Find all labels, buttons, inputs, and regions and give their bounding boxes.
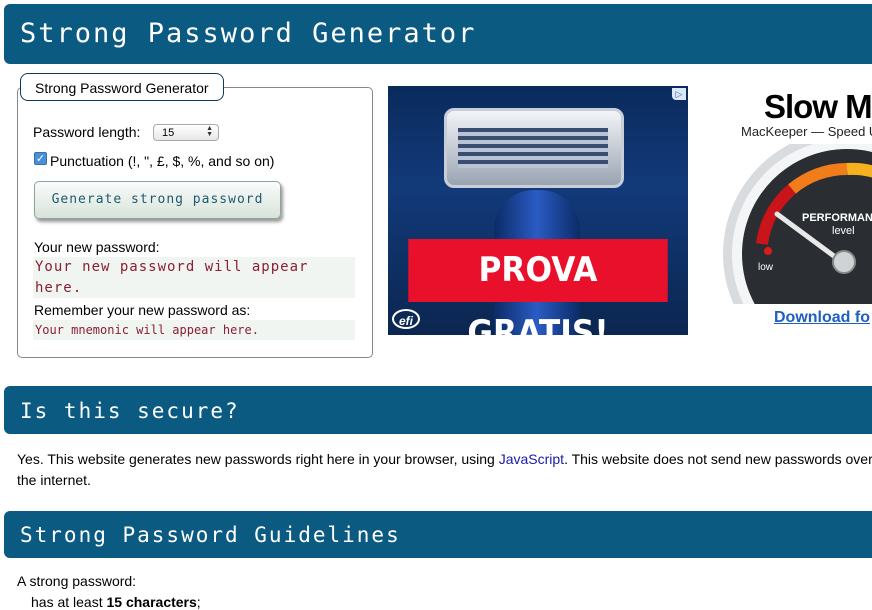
password-length-label: Password length: — [33, 124, 141, 140]
stepper-arrows-icon: ▲ ▼ — [206, 125, 213, 138]
new-password-label: Your new password: — [34, 239, 160, 255]
ad-title: Slow M — [764, 88, 872, 125]
gauge-sublabel: level — [832, 225, 855, 237]
password-length-select[interactable]: 15 ▲ ▼ — [153, 124, 219, 141]
mnemonic-label: Remember your new password as: — [34, 302, 251, 318]
secure-paragraph: Yes. This website generates new password… — [17, 449, 872, 491]
ad-subtitle: MacKeeper — Speed U — [741, 124, 872, 139]
punctuation-label: Punctuation (!, ", £, $, %, and so on) — [50, 153, 275, 169]
razor-advertisement[interactable]: ▷ PROVA GRATIS! efi — [388, 86, 688, 335]
generator-legend: Strong Password Generator — [20, 73, 224, 101]
guideline-prefix: has at least — [31, 594, 107, 610]
secure-heading: Is this secure? — [4, 386, 872, 434]
adchoices-icon[interactable]: ▷ — [672, 88, 686, 100]
mackeeper-advertisement[interactable]: Slow M MacKeeper — Speed U PERFORMAN lev… — [722, 86, 872, 335]
mnemonic-output: Your mnemonic will appear here. — [33, 320, 355, 340]
razor-blades-image — [458, 128, 608, 168]
performance-gauge-icon: PERFORMAN level low — [723, 144, 872, 304]
password-length-value: 15 — [162, 127, 175, 139]
gauge-low-label: low — [758, 262, 774, 273]
secure-text-before: Yes. This website generates new password… — [17, 451, 499, 467]
guideline-bold: 15 characters — [106, 594, 197, 610]
gauge-label: PERFORMAN — [802, 212, 872, 224]
javascript-link[interactable]: JavaScript — [499, 451, 564, 467]
page-title: Strong Password Generator — [4, 4, 872, 64]
guidelines-intro: A strong password: — [17, 573, 137, 589]
generate-password-button[interactable]: Generate strong password — [34, 181, 281, 219]
guidelines-heading: Strong Password Guidelines — [4, 511, 872, 558]
download-link[interactable]: Download fo — [774, 309, 870, 327]
punctuation-checkbox[interactable]: ✓ — [34, 152, 47, 165]
guideline-item: has at least 15 characters; — [31, 594, 201, 610]
guideline-suffix: ; — [196, 594, 201, 610]
password-output: Your new password will appear here. — [33, 257, 355, 298]
ad-banner-text: PROVA GRATIS! — [408, 239, 668, 335]
efi-logo: efi — [392, 309, 420, 329]
